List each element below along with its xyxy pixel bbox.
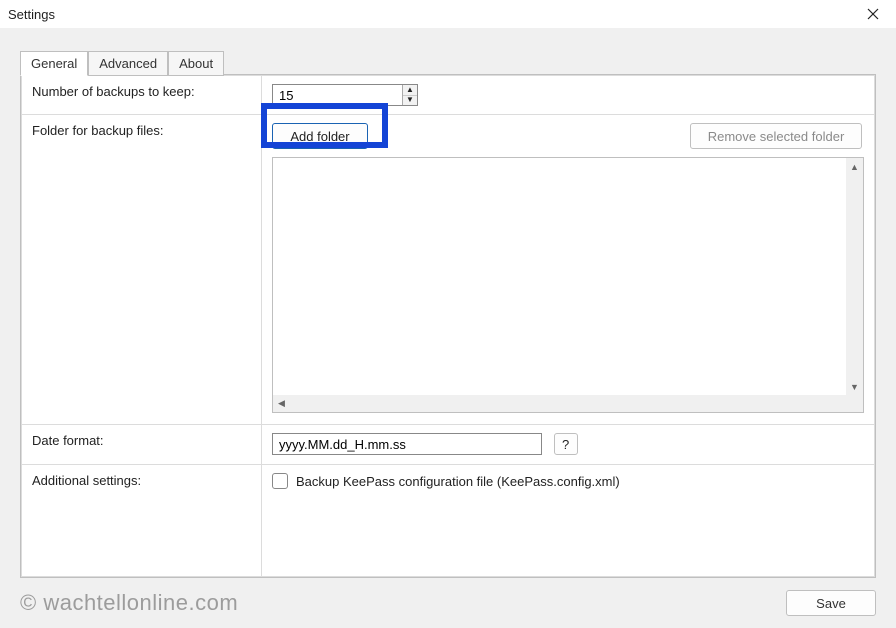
window-title: Settings	[8, 7, 55, 22]
tab-advanced[interactable]: Advanced	[88, 51, 168, 76]
client-area: GeneralAdvancedAbout Number of backups t…	[0, 28, 896, 628]
footer: © wachtellonline.com Save	[0, 578, 896, 628]
backup-folders-listbox[interactable]: ▲ ▼ ◀ ▶	[272, 157, 864, 413]
tab-general[interactable]: General	[20, 51, 88, 76]
date-format-input[interactable]	[272, 433, 542, 455]
tab-strip: GeneralAdvancedAbout	[20, 50, 876, 74]
close-button[interactable]	[858, 3, 888, 25]
scroll-down-icon: ▼	[846, 378, 863, 395]
scrollbar-corner	[846, 395, 863, 412]
horizontal-scrollbar[interactable]: ◀ ▶	[273, 395, 863, 412]
backup-folder-label: Folder for backup files:	[32, 123, 164, 138]
remove-selected-folder-button[interactable]: Remove selected folder	[690, 123, 862, 149]
watermark-text: © wachtellonline.com	[20, 590, 238, 616]
add-folder-button[interactable]: Add folder	[272, 123, 368, 149]
scroll-left-icon: ◀	[273, 395, 290, 412]
close-icon	[867, 8, 879, 20]
scroll-up-icon: ▲	[846, 158, 863, 175]
backup-config-checkbox[interactable]	[272, 473, 288, 489]
spinner-up-button[interactable]: ▲	[403, 85, 417, 96]
date-format-help-button[interactable]: ?	[554, 433, 578, 455]
save-button[interactable]: Save	[786, 590, 876, 616]
tab-about[interactable]: About	[168, 51, 224, 76]
backups-count-label: Number of backups to keep:	[32, 84, 195, 99]
backup-config-label: Backup KeePass configuration file (KeePa…	[296, 474, 620, 489]
additional-settings-label: Additional settings:	[32, 473, 141, 488]
date-format-label: Date format:	[32, 433, 104, 448]
spinner-down-button[interactable]: ▼	[403, 96, 417, 106]
backups-count-input[interactable]	[273, 85, 402, 105]
backups-count-spinner[interactable]: ▲ ▼	[272, 84, 418, 106]
titlebar: Settings	[0, 0, 896, 28]
vertical-scrollbar[interactable]: ▲ ▼	[846, 158, 863, 395]
tab-panel-general: Number of backups to keep: ▲ ▼ Folder fo…	[20, 74, 876, 578]
